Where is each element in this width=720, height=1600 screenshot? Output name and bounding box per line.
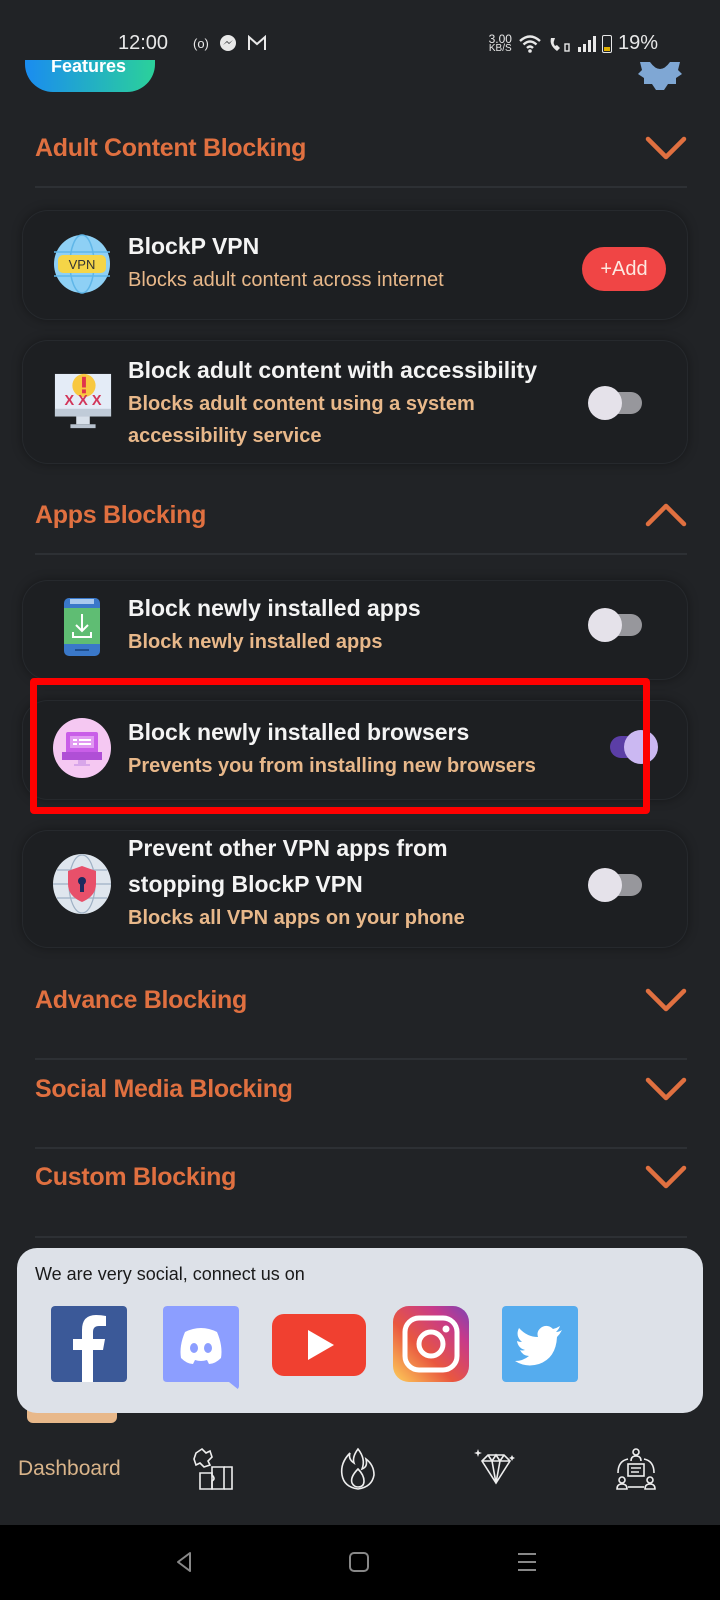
- gmail-icon: [247, 35, 266, 50]
- community-icon[interactable]: [614, 1447, 658, 1491]
- section-adult-content[interactable]: Adult Content Blocking: [35, 128, 687, 168]
- chevron-down-icon[interactable]: [645, 987, 687, 1013]
- adult-content-monitor-icon: X X X: [54, 373, 112, 429]
- social-panel: We are very social, connect us on: [17, 1248, 703, 1413]
- section-advance-blocking[interactable]: Advance Blocking: [35, 980, 687, 1020]
- status-bar: 12:00 (o) 3.00 KB/S 19%: [0, 0, 720, 60]
- fire-icon[interactable]: [336, 1447, 380, 1491]
- vpn-protect-card-title-1: Prevent other VPN apps from: [128, 835, 448, 861]
- accessibility-card: X X X Block adult content with accessibi…: [22, 340, 688, 464]
- svg-text:X X X: X X X: [64, 393, 101, 409]
- accessibility-card-subtitle-1: Blocks adult content using a system: [128, 393, 475, 415]
- toggle-knob: [624, 730, 658, 764]
- wifi-calling-icon: [550, 37, 570, 52]
- section-custom-blocking[interactable]: Custom Blocking: [35, 1157, 687, 1197]
- vpn-protect-toggle[interactable]: [588, 868, 644, 902]
- chevron-down-icon[interactable]: [645, 135, 687, 161]
- discord-icon[interactable]: [163, 1306, 239, 1390]
- social-panel-label: We are very social, connect us on: [35, 1264, 305, 1284]
- system-status: 3.00 KB/S 19%: [489, 32, 658, 55]
- new-apps-card: Block newly installed apps Block newly i…: [22, 580, 688, 680]
- vpn-protect-card-title-2: stopping BlockP VPN: [128, 871, 363, 897]
- facebook-icon[interactable]: [51, 1306, 127, 1382]
- chevron-down-icon[interactable]: [645, 1164, 687, 1190]
- new-apps-toggle[interactable]: [588, 608, 644, 642]
- svg-text:VPN: VPN: [69, 257, 96, 272]
- gear-icon[interactable]: [636, 62, 684, 90]
- wifi-icon: [519, 34, 541, 53]
- new-browsers-card: Block newly installed browsers Prevents …: [22, 700, 688, 800]
- accessibility-card-subtitle-2: accessibility service: [128, 425, 322, 447]
- app-download-icon: [64, 598, 100, 656]
- vpn-protect-card-subtitle: Blocks all VPN apps on your phone: [128, 907, 465, 929]
- recents-icon[interactable]: [512, 1547, 542, 1577]
- notification-icons: (o): [193, 34, 267, 52]
- new-browsers-card-title: Block newly installed browsers: [128, 719, 470, 745]
- twitter-icon[interactable]: [502, 1306, 578, 1382]
- battery-icon: [601, 34, 612, 53]
- add-vpn-button[interactable]: +Add: [582, 247, 666, 291]
- section-apps-blocking[interactable]: Apps Blocking: [35, 495, 687, 535]
- home-icon[interactable]: [344, 1547, 374, 1577]
- toggle-knob: [588, 868, 622, 902]
- vpn-protect-card: Prevent other VPN apps from stopping Blo…: [22, 830, 688, 948]
- puzzle-icon[interactable]: [192, 1447, 236, 1491]
- battery-percent: 19%: [617, 32, 658, 54]
- messenger-icon: [219, 35, 236, 51]
- vpn-card: VPN BlockP VPN Blocks adult content acro…: [22, 210, 688, 320]
- instagram-icon[interactable]: [393, 1306, 469, 1382]
- nav-dashboard[interactable]: Dashboard: [18, 1457, 121, 1481]
- toggle-knob: [588, 386, 622, 420]
- chevron-up-icon[interactable]: [645, 502, 687, 528]
- bottom-nav: Dashboard: [0, 1425, 720, 1525]
- chevron-down-icon[interactable]: [645, 1076, 687, 1102]
- accessibility-card-title: Block adult content with accessibility: [128, 357, 537, 383]
- hotspot-icon: (o): [193, 35, 209, 51]
- youtube-icon[interactable]: [272, 1314, 366, 1376]
- signal-icon: [577, 35, 596, 52]
- divider: [35, 1058, 687, 1060]
- divider: [35, 553, 687, 555]
- vpn-card-title: BlockP VPN: [128, 233, 260, 259]
- divider: [35, 1236, 687, 1238]
- new-browsers-toggle[interactable]: [602, 730, 658, 764]
- toggle-knob: [588, 608, 622, 642]
- divider: [35, 186, 687, 188]
- shield-globe-icon: [53, 854, 111, 914]
- new-apps-card-subtitle: Block newly installed apps: [128, 631, 383, 653]
- vpn-globe-icon: VPN: [54, 234, 110, 294]
- new-apps-card-title: Block newly installed apps: [128, 595, 421, 621]
- browser-icon: [53, 718, 111, 778]
- accessibility-toggle[interactable]: [588, 386, 644, 420]
- section-social-media-blocking[interactable]: Social Media Blocking: [35, 1069, 687, 1109]
- net-speed: 3.00 KB/S: [488, 31, 512, 54]
- vpn-card-subtitle: Blocks adult content across internet: [128, 269, 444, 291]
- divider: [35, 1147, 687, 1149]
- system-nav-bar: [0, 1525, 720, 1600]
- status-time: 12:00: [118, 32, 169, 54]
- new-browsers-card-subtitle: Prevents you from installing new browser…: [128, 755, 536, 777]
- diamond-icon[interactable]: [474, 1447, 518, 1491]
- back-icon[interactable]: [170, 1547, 200, 1577]
